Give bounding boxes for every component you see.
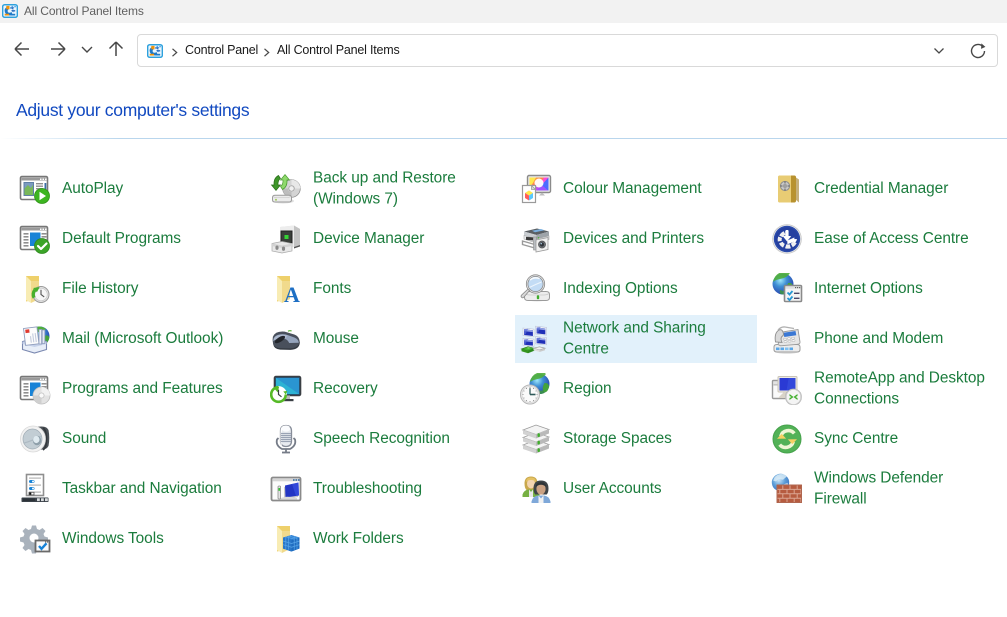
svg-text:A: A xyxy=(284,282,300,305)
